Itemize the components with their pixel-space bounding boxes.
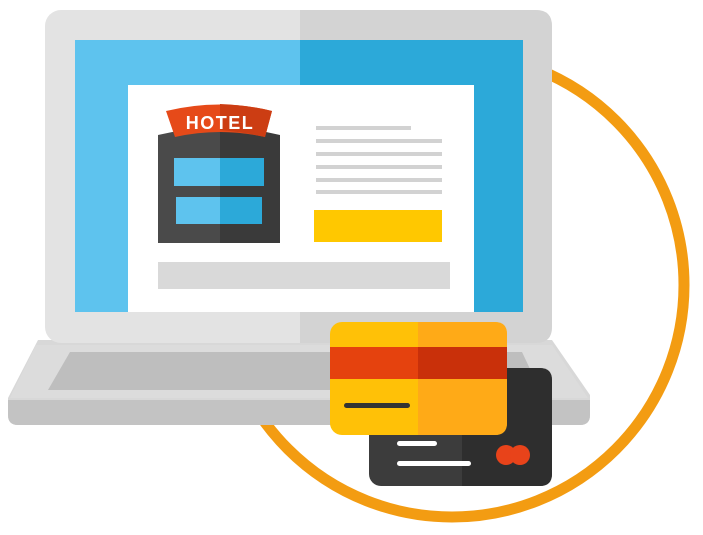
text-line <box>316 126 411 130</box>
window-4 <box>220 197 262 224</box>
gray-bar <box>158 262 450 289</box>
window-2 <box>220 158 264 186</box>
book-button[interactable] <box>314 210 442 242</box>
text-line <box>316 165 442 169</box>
hotel-booking-illustration: HOTEL <box>8 10 690 523</box>
text-line <box>316 139 442 143</box>
card-back-line-short <box>397 441 437 446</box>
text-line <box>316 152 442 156</box>
hotel-sign-label: HOTEL <box>186 113 255 133</box>
hotel-building-icon <box>158 122 280 243</box>
card-stripe-shade <box>418 347 507 379</box>
card-logo-right <box>510 445 530 465</box>
card-stripe <box>330 347 418 379</box>
hotel-web-page: HOTEL <box>128 85 474 312</box>
window-1 <box>174 158 220 186</box>
hotel-sign: HOTEL <box>166 104 272 137</box>
card-number-line <box>344 403 410 408</box>
card-front <box>330 322 507 435</box>
card-back-line-long <box>397 461 471 466</box>
text-line <box>316 190 442 194</box>
window-3 <box>176 197 220 224</box>
text-line <box>316 178 442 182</box>
